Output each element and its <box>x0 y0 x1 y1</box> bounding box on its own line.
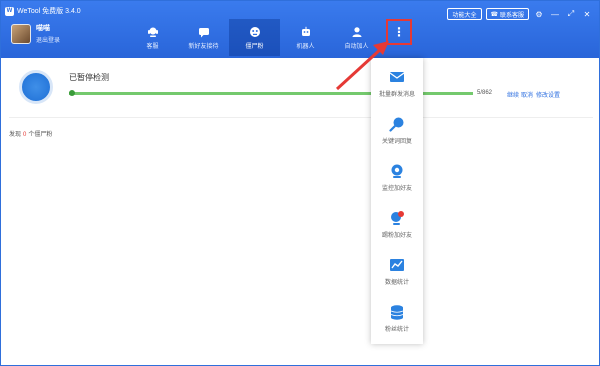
user-profile[interactable]: 喵喵 退出登录 <box>11 23 60 44</box>
features-label: 功能大全 <box>452 12 477 19</box>
menu-label: 踢粉加好友 <box>381 232 412 239</box>
camera-icon <box>391 164 403 178</box>
progress-count: 5/862 <box>477 90 493 96</box>
nav-robot[interactable]: 机器人 <box>280 19 331 56</box>
close-icon[interactable]: ✕ <box>581 8 593 20</box>
contact-icon: ☎ <box>490 11 498 18</box>
zombie-icon <box>249 26 260 37</box>
menu-label: 关键词回复 <box>381 138 412 145</box>
add-person-icon <box>352 26 361 37</box>
nav-new-friend[interactable]: 新好友接待 <box>178 19 229 56</box>
nav-label: 新好友接待 <box>188 43 219 50</box>
chart-icon <box>390 258 404 271</box>
menu-item-kick-add[interactable]: 踢粉加好友 <box>371 201 423 247</box>
minimize-icon[interactable]: — <box>549 8 561 20</box>
chat-icon <box>198 27 209 37</box>
detect-globe-icon[interactable] <box>19 70 53 104</box>
user-name: 喵喵 <box>36 25 50 32</box>
features-button[interactable]: 功能大全 <box>447 8 482 20</box>
window-title: WeTool 免费版 3.4.0 <box>17 8 81 15</box>
customer-service-icon <box>147 27 158 37</box>
menu-label: 监控加好友 <box>381 185 412 192</box>
nav-label: 僵尸粉 <box>245 43 264 50</box>
found-summary: 发现 0 个僵尸粉 <box>9 132 53 138</box>
robot-icon <box>301 26 310 36</box>
menu-item-data-stats[interactable]: 数据统计 <box>371 248 423 294</box>
nav-label: 客服 <box>146 43 159 50</box>
app-window: W WeTool 免费版 3.4.0 喵喵 退出登录 客服 新好友接待 僵尸粉 <box>0 0 600 366</box>
database-icon <box>390 304 404 320</box>
more-dropdown-menu: 批量群发消息 关键词回复 监控加好友 踢粉加好友 数据统计 粉丝统计 <box>371 58 423 344</box>
detect-panel: 已暂停检测 5/862 继续 取消 修改设置 <box>9 64 593 118</box>
search-icon <box>389 117 404 132</box>
avatar[interactable] <box>11 23 31 44</box>
menu-label: 数据统计 <box>384 279 409 286</box>
nav-zombie-fans[interactable]: 僵尸粉 <box>229 19 280 56</box>
contact-label: 联系客服 <box>499 12 524 19</box>
menu-item-monitor-add[interactable]: 监控加好友 <box>371 154 423 200</box>
detect-status: 已暂停检测 <box>69 73 109 82</box>
nav-label: 机器人 <box>296 43 315 50</box>
contact-support-button[interactable]: ☎ 联系客服 <box>485 8 529 20</box>
nav-customer-service[interactable]: 客服 <box>127 19 178 56</box>
app-logo-icon: W <box>5 6 14 16</box>
menu-item-keyword-reply[interactable]: 关键词回复 <box>371 107 423 153</box>
annotation-arrow-icon <box>335 41 389 91</box>
menu-label: 粉丝统计 <box>384 326 409 333</box>
add-contact-icon <box>391 210 404 225</box>
menu-item-fans-stats[interactable]: 粉丝统计 <box>371 295 423 341</box>
title-bar: W WeTool 免费版 3.4.0 <box>5 4 81 18</box>
cancel-link[interactable]: 取消 <box>521 90 533 99</box>
header: W WeTool 免费版 3.4.0 喵喵 退出登录 客服 新好友接待 僵尸粉 <box>1 1 599 58</box>
settings-gear-icon[interactable]: ⚙ <box>533 8 545 20</box>
continue-link[interactable]: 继续 <box>507 90 519 99</box>
restore-icon[interactable]: ⤢ <box>565 8 577 20</box>
settings-link[interactable]: 修改设置 <box>536 90 560 99</box>
logout-link[interactable]: 退出登录 <box>36 35 60 44</box>
top-right-controls: 功能大全 ☎ 联系客服 ⚙ — ⤢ ✕ <box>447 8 593 20</box>
progress-marker <box>69 90 75 96</box>
